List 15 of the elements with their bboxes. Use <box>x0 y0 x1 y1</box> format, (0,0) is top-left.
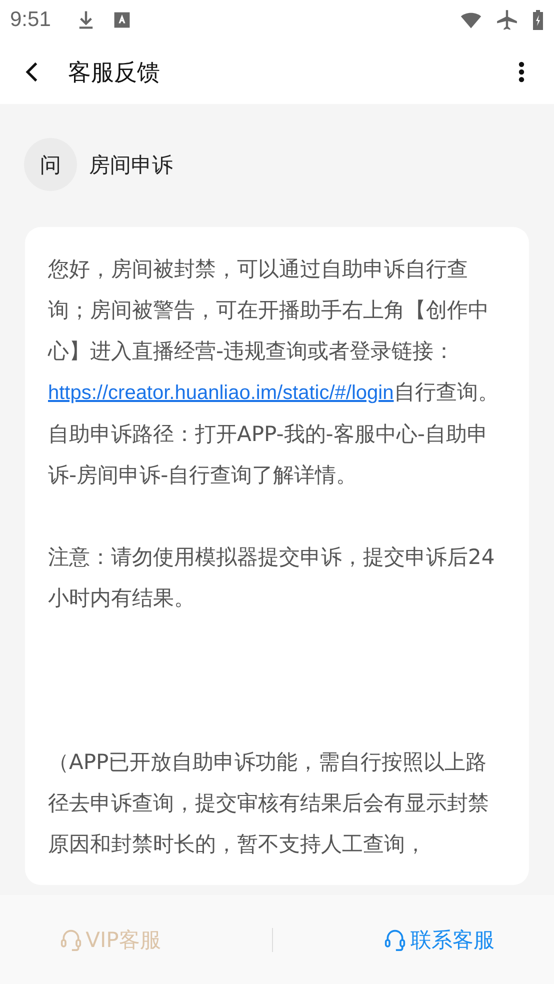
support-button[interactable]: 联系客服 <box>376 922 502 958</box>
message-paragraph: 您好，房间被封禁，可以通过自助申诉自行查询；房间被警告，可在开播助手右上角【创作中心】进入直播经营-违规查询或者登录链接： https://creator.huanliao.im/static/#/login自行查询。 <box>48 256 500 406</box>
topic-title: 房间申诉 <box>89 152 173 178</box>
battery-icon <box>532 9 544 31</box>
page-title: 客服反馈 <box>68 58 160 88</box>
headset-icon <box>60 928 82 952</box>
message-paragraph: 自助申诉路径：打开APP-我的-客服中心-自助申诉-房间申诉-自行查询了解详情。 <box>48 421 489 489</box>
message-paragraph: 注意：请勿使用模拟器提交申诉，提交申诉后24小时内有结果。 <box>48 544 496 612</box>
airplane-icon <box>496 9 518 31</box>
avatar: 问 <box>24 138 77 191</box>
headset-icon <box>384 928 406 952</box>
status-time: 9:51 <box>10 8 51 32</box>
login-link[interactable]: https://creator.huanliao.im/static/#/login <box>48 382 394 404</box>
more-icon[interactable] <box>517 59 526 85</box>
message-paragraph: （APP已开放自助申诉功能，需自行按照以上路径去申诉查询，提交审核有结果后会有显示封禁原因和封禁时长的，暂不支持人工查询， <box>48 749 490 858</box>
